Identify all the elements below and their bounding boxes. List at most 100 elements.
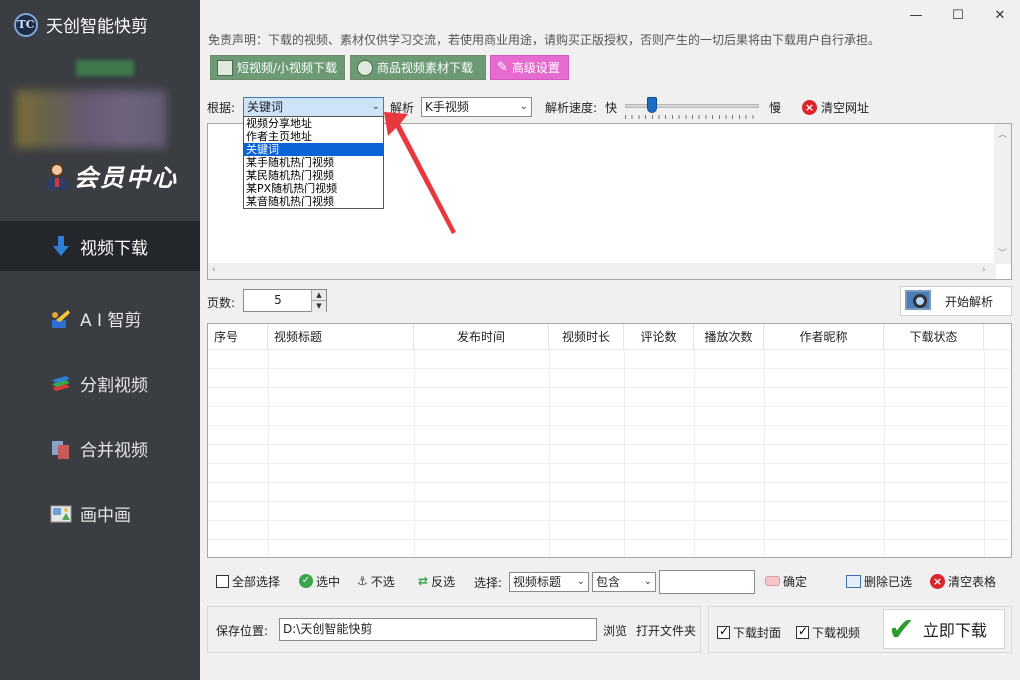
column-header-author[interactable]: 作者昵称	[764, 324, 884, 350]
speed-slider[interactable]	[619, 96, 765, 120]
horizontal-scrollbar[interactable]: ‹ ›	[208, 263, 996, 279]
sidebar-item-video-download[interactable]: 视频下载	[0, 221, 200, 271]
sidebar-nav: 视频下载 A I 智剪 分割视频 合并视频 画中画	[0, 221, 200, 546]
confirm-button[interactable]: 确定	[762, 570, 810, 592]
scroll-up-icon[interactable]: ︿	[998, 127, 1007, 140]
scroll-down-icon[interactable]: ﹀	[998, 246, 1007, 259]
basis-option-min-hot[interactable]: 某民随机热门视频	[244, 169, 383, 182]
delete-selected-label: 删除已选	[864, 574, 913, 589]
speed-slider-ticks	[625, 115, 759, 119]
chevron-down-icon: ⌄	[576, 576, 585, 587]
blurred-user-info	[16, 90, 166, 148]
chevron-down-icon: ⌄	[643, 576, 652, 587]
speed-slow-label: 慢	[769, 101, 782, 115]
anchor-icon: ⚓	[357, 574, 368, 588]
select-all-label: 全部选择	[232, 574, 281, 589]
browse-button[interactable]: 浏览	[603, 622, 627, 639]
clear-table-button[interactable]: × 清空表格	[927, 570, 999, 592]
member-center[interactable]: 会员中心	[44, 158, 178, 193]
checkbox-box[interactable]	[796, 624, 809, 639]
picture-in-picture-icon	[50, 503, 72, 525]
column-header-plays[interactable]: 播放次数	[694, 324, 764, 350]
basis-option-kuaishou-hot[interactable]: 某手随机热门视频	[244, 156, 383, 169]
brush-icon: ✎	[497, 60, 508, 75]
basis-option-author-home[interactable]: 作者主页地址	[244, 130, 383, 143]
download-video-checkbox[interactable]: 下载视频	[793, 621, 863, 643]
magnifier-icon	[905, 288, 937, 314]
speed-slider-thumb[interactable]	[646, 97, 657, 113]
sidebar-item-picture-in-picture[interactable]: 画中画	[0, 481, 200, 546]
start-parse-button[interactable]: 开始解析	[900, 286, 1012, 316]
scroll-left-icon[interactable]: ‹	[212, 265, 216, 275]
filter-input[interactable]	[659, 570, 755, 594]
download-now-button[interactable]: ✔ 立即下载	[883, 609, 1005, 649]
close-button[interactable]: ✕	[987, 8, 1013, 26]
select-all-checkbox[interactable]: 全部选择	[213, 570, 283, 592]
check-circle-icon: ✓	[299, 574, 313, 588]
save-path-input[interactable]: D:\天创智能快剪	[279, 618, 597, 641]
delete-selected-button[interactable]: 删除已选	[843, 570, 915, 592]
maximize-button[interactable]: ☐	[945, 8, 971, 26]
sidebar-item-label: 合并视频	[80, 441, 148, 461]
checkmark-icon: ✔	[888, 610, 915, 648]
clear-url-button[interactable]: × 清空网址	[798, 96, 873, 118]
pages-stepper[interactable]: 5 ▲ ▼	[243, 289, 327, 312]
close-circle-icon: ×	[930, 573, 945, 589]
film-icon	[217, 59, 233, 76]
member-avatar-icon	[44, 161, 70, 191]
column-header-comments[interactable]: 评论数	[624, 324, 694, 350]
checkbox-box[interactable]	[717, 624, 730, 639]
product-video-download-button[interactable]: 商品视频素材下载	[350, 55, 486, 80]
results-table[interactable]: 序号 视频标题 发布时间 视频时长 评论数 播放次数 作者昵称 下载状态	[207, 323, 1012, 558]
app-logo-icon: TC	[14, 12, 38, 37]
stepper-up-icon[interactable]: ▲	[311, 290, 326, 301]
column-header-duration[interactable]: 视频时长	[549, 324, 624, 350]
merge-video-icon	[50, 438, 72, 460]
unselect-button[interactable]: ⚓ 不选	[354, 570, 398, 592]
sidebar-item-ai-cut[interactable]: A I 智剪	[0, 286, 200, 351]
select-label: 选中	[316, 574, 341, 589]
column-header-status[interactable]: 下载状态	[884, 324, 984, 350]
pages-value[interactable]: 5	[244, 290, 312, 311]
confirm-label: 确定	[783, 574, 808, 589]
basis-option-douyin-hot[interactable]: 某音随机热门视频	[244, 195, 383, 208]
sidebar-item-split-video[interactable]: 分割视频	[0, 351, 200, 416]
delete-window-icon	[846, 574, 861, 588]
open-folder-button[interactable]: 打开文件夹	[636, 622, 696, 639]
download-now-label: 立即下载	[922, 621, 987, 640]
choose-label: 选择:	[474, 576, 503, 590]
checkbox-box[interactable]	[216, 574, 229, 588]
sidebar-item-merge-video[interactable]: 合并视频	[0, 416, 200, 481]
sidebar-item-label: 画中画	[80, 506, 131, 526]
eraser-icon	[765, 576, 780, 586]
short-video-download-button[interactable]: 短视频/小视频下载	[210, 55, 345, 80]
field-select[interactable]: 视频标题 ⌄	[509, 572, 589, 592]
save-location-label: 保存位置:	[216, 624, 269, 638]
basis-select-value: 关键词	[247, 100, 284, 114]
short-video-download-label: 短视频/小视频下载	[237, 61, 338, 75]
match-select[interactable]: 包含 ⌄	[592, 572, 656, 592]
pages-label: 页数:	[207, 296, 236, 310]
stepper-down-icon[interactable]: ▼	[311, 301, 326, 312]
minimize-button[interactable]: —	[903, 8, 929, 26]
scroll-right-icon[interactable]: ›	[982, 265, 986, 275]
clear-table-label: 清空表格	[948, 574, 997, 589]
download-cover-label: 下载封面	[733, 625, 782, 640]
column-header-title[interactable]: 视频标题	[268, 324, 414, 350]
globe-icon	[357, 59, 373, 76]
sidebar-item-label: 分割视频	[80, 376, 148, 396]
basis-select[interactable]: 关键词 ⌄	[243, 97, 384, 117]
basis-option-px-hot[interactable]: 某PX随机热门视频	[244, 182, 383, 195]
basis-option-keyword[interactable]: 关键词	[244, 143, 383, 156]
member-center-label: 会员中心	[74, 163, 178, 192]
column-header-publish-time[interactable]: 发布时间	[414, 324, 549, 350]
advanced-settings-button[interactable]: ✎ 高级设置	[490, 55, 569, 80]
download-cover-checkbox[interactable]: 下载封面	[714, 621, 784, 643]
select-button[interactable]: ✓ 选中	[296, 570, 343, 592]
basis-option-share-url[interactable]: 视频分享地址	[244, 117, 383, 130]
start-parse-label: 开始解析	[945, 294, 994, 309]
arrow-down-icon	[50, 235, 72, 257]
invert-selection-button[interactable]: ⇄ 反选	[415, 570, 458, 592]
vertical-scrollbar[interactable]: ︿ ﹀	[994, 124, 1011, 264]
column-header-index[interactable]: 序号	[208, 324, 268, 350]
